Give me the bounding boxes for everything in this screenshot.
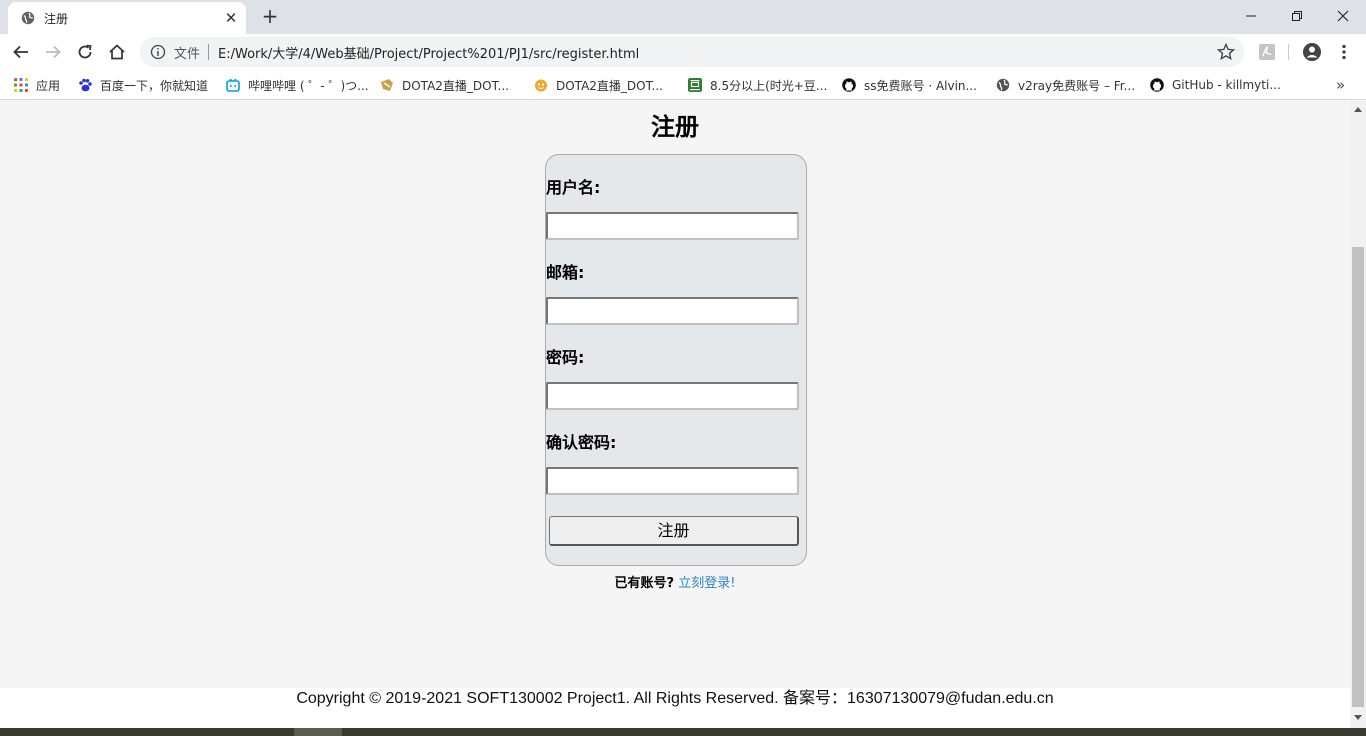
bookmark-dota-1[interactable]: DOTA2直播_DOT... [380,76,509,94]
dota-icon [381,79,393,91]
confirm-password-input[interactable] [546,467,799,495]
scroll-down-arrow-icon[interactable] [1354,715,1362,720]
tab-close-icon[interactable]: ✕ [222,9,240,27]
restore-icon[interactable] [1274,0,1320,32]
reload-icon [78,44,92,59]
bookmark-baidu[interactable]: 百度一下，你就知道 [78,76,208,94]
email-label: 邮箱: [546,263,585,282]
confirm-password-label: 确认密码: [546,433,617,452]
bookmark-label: GitHub - killmyti... [1172,78,1281,92]
douban-icon [688,78,702,92]
new-tab-button[interactable]: + [258,5,282,29]
password-input[interactable] [546,382,799,410]
bilibili-icon [226,78,240,92]
acrobat-icon [1259,44,1275,60]
douyu-icon [535,79,547,92]
info-icon[interactable] [150,44,166,60]
os-taskbar [0,728,1366,736]
arrow-right-icon [46,45,61,59]
minimize-icon[interactable] [1228,0,1274,32]
bookmark-label: 哔哩哔哩 ( ゜- ゜)つ... [248,78,369,93]
bookmark-bilibili[interactable]: 哔哩哔哩 ( ゜- ゜)つ... [226,76,369,94]
close-window-icon[interactable] [1320,0,1366,32]
bookmark-label: 应用 [36,78,61,93]
copyright-text: Copyright © 2019-2021 SOFT130002 Project… [296,690,1054,707]
bookmark-douban[interactable]: 8.5分以上(时光+豆... [688,76,827,94]
bookmark-apps[interactable]: 应用 [14,76,60,94]
address-separator [208,44,209,60]
profile-button[interactable] [1299,39,1325,65]
page-footer: Copyright © 2019-2021 SOFT130002 Project… [0,688,1350,728]
bookmark-label: 百度一下，你就知道 [100,78,209,93]
username-input[interactable] [546,212,799,240]
bookmark-github[interactable]: GitHub - killmyti... [1150,76,1281,94]
scroll-up-arrow-icon[interactable] [1354,107,1362,112]
bookmark-dota-2[interactable]: DOTA2直播_DOT... [534,76,663,94]
apps-grid-icon [14,78,28,92]
register-button[interactable]: 注册 [549,516,799,546]
bookmark-label: DOTA2直播_DOT... [402,78,509,93]
page-title: 注册 [651,113,699,141]
address-bar[interactable]: 文件 E:/Work/大学/4/Web基础/Project/Project%20… [140,37,1244,67]
globe-icon [21,11,35,25]
login-prompt-line: 已有账号? 立刻登录! [0,572,1350,591]
login-link[interactable]: 立刻登录! [678,576,735,591]
page-viewport: 注册 用户名: 邮箱: 密码: 确认密码: 注册 已有账号? 立刻登录! Cop… [0,101,1350,728]
globe-icon [996,78,1010,92]
star-icon[interactable] [1216,42,1236,62]
bookmark-ss-account[interactable]: ss免费账号 · Alvin... [842,76,977,94]
bookmarks-bar: 应用 百度一下，你就知道 哔哩哔哩 ( ゜- ゜)つ... DOTA2直播_DO… [0,70,1366,100]
tab-strip: 注册 ✕ + [0,0,1366,34]
bookmark-v2ray[interactable]: v2ray免费账号 – Fr... [996,76,1135,94]
more-bookmarks-button[interactable]: » [1336,76,1345,94]
bookmark-label: v2ray免费账号 – Fr... [1018,78,1136,93]
home-icon [109,44,125,60]
password-label: 密码: [546,348,585,367]
bookmark-label: 8.5分以上(时光+豆... [710,78,828,93]
email-input[interactable] [546,297,799,325]
toolbar-divider [1288,44,1289,60]
login-prompt-text: 已有账号? [614,576,675,591]
back-button[interactable] [8,39,34,65]
forward-button[interactable] [40,39,66,65]
tab-register[interactable]: 注册 ✕ [8,2,246,34]
vertical-scrollbar[interactable] [1350,101,1366,728]
register-form: 用户名: 邮箱: 密码: 确认密码: 注册 [545,154,807,566]
arrow-left-icon [13,45,28,59]
pdf-extension-button[interactable] [1254,39,1280,65]
menu-button[interactable] [1331,39,1357,65]
taskbar-item[interactable] [294,728,342,736]
baidu-paw-icon [79,78,92,92]
tab-title: 注册 [44,12,69,26]
file-scheme-label: 文件 [174,47,201,62]
reload-button[interactable] [72,39,98,65]
more-vertical-icon [1342,44,1346,60]
github-icon [842,78,856,92]
scrollbar-thumb[interactable] [1352,247,1364,707]
browser-toolbar: 文件 E:/Work/大学/4/Web基础/Project/Project%20… [0,34,1366,70]
bookmark-label: DOTA2直播_DOT... [556,78,663,93]
home-button[interactable] [104,39,130,65]
bookmark-label: ss免费账号 · Alvin... [864,78,977,93]
account-icon [1303,43,1321,61]
username-label: 用户名: [546,178,601,197]
url-text[interactable]: E:/Work/大学/4/Web基础/Project/Project%201/P… [218,43,639,62]
github-icon [1150,78,1164,92]
